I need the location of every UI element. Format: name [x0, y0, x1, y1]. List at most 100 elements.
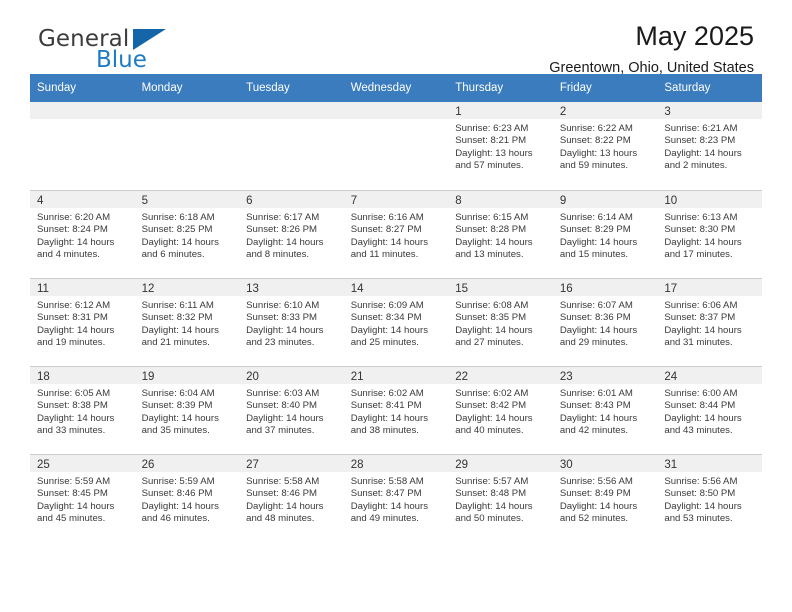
day-number-band: 7 [343, 191, 449, 208]
calendar-day-cell[interactable]: 18 Sunrise: 6:05 AM Sunset: 8:38 PM Dayligh… [30, 366, 135, 454]
day-details: Sunrise: 6:12 AM Sunset: 8:31 PM Daylight:… [30, 296, 135, 349]
sunrise-time: Sunrise: 6:06 AM [664, 300, 738, 311]
calendar-day-cell[interactable]: 28 Sunrise: 5:58 AM Sunset: 8:47 PM Dayligh… [343, 454, 449, 542]
day-number: 14 [350, 283, 364, 295]
day-number-band: 25 [30, 455, 135, 472]
calendar-day-cell[interactable]: 8 Sunrise: 6:15 AM Sunset: 8:28 PM Daylight… [448, 190, 553, 278]
sunrise-time: Sunrise: 5:59 AM [141, 476, 215, 487]
calendar-week-row: 1 Sunrise: 6:23 AM Sunset: 8:21 PM Daylight… [30, 102, 762, 190]
calendar-day-cell[interactable]: 5 Sunrise: 6:18 AM Sunset: 8:25 PM Daylight… [134, 190, 240, 278]
calendar-day-cell[interactable]: 25 Sunrise: 5:59 AM Sunset: 8:45 PM Dayligh… [30, 454, 135, 542]
calendar-day-cell[interactable]: 26 Sunrise: 5:59 AM Sunset: 8:46 PM Dayligh… [134, 454, 240, 542]
daylight-duration-line1: Daylight: 14 hours [246, 324, 324, 336]
sunrise-time: Sunrise: 6:20 AM [37, 212, 111, 223]
sunset-time: Sunset: 8:43 PM [559, 400, 631, 412]
daylight-duration-line1: Daylight: 14 hours [37, 500, 115, 512]
calendar-day-cell[interactable]: 23 Sunrise: 6:01 AM Sunset: 8:43 PM Dayligh… [552, 366, 658, 454]
page-title: May 2025 [635, 21, 754, 51]
day-number: 10 [664, 195, 678, 207]
sunrise-time: Sunrise: 5:59 AM [37, 476, 111, 487]
calendar-day-cell[interactable]: 21 Sunrise: 6:02 AM Sunset: 8:41 PM Dayligh… [343, 366, 449, 454]
sunset-time: Sunset: 8:45 PM [37, 488, 108, 500]
daylight-duration-line1: Daylight: 14 hours [246, 412, 324, 424]
calendar-day-cell[interactable]: 12 Sunrise: 6:11 AM Sunset: 8:32 PM Dayligh… [134, 278, 240, 366]
calendar-cell: 9 Sunrise: 6:14 AM Sunset: 8:29 PM Daylight… [552, 190, 658, 278]
calendar-cell: 10 Sunrise: 6:13 AM Sunset: 8:30 PM Dayligh… [657, 190, 762, 278]
day-number-band: 16 [552, 279, 658, 296]
calendar-cell: 2 Sunrise: 6:22 AM Sunset: 8:22 PM Daylight… [552, 102, 658, 190]
calendar-day-cell[interactable]: 3 Sunrise: 6:21 AM Sunset: 8:23 PM Daylight… [657, 102, 762, 190]
day-number-band: 26 [134, 455, 240, 472]
calendar-day-cell[interactable]: 19 Sunrise: 6:04 AM Sunset: 8:39 PM Dayligh… [134, 366, 240, 454]
day-details: Sunrise: 5:59 AM Sunset: 8:45 PM Daylight:… [30, 472, 135, 525]
calendar-cell: 18 Sunrise: 6:05 AM Sunset: 8:38 PM Dayligh… [30, 366, 135, 454]
day-details: Sunrise: 6:09 AM Sunset: 8:34 PM Daylight:… [344, 296, 449, 349]
calendar-day-cell[interactable]: 11 Sunrise: 6:12 AM Sunset: 8:31 PM Dayligh… [30, 278, 135, 366]
calendar-day-cell[interactable]: 2 Sunrise: 6:22 AM Sunset: 8:22 PM Daylight… [552, 102, 658, 190]
calendar-day-cell-empty [343, 102, 449, 190]
sunset-time: Sunset: 8:23 PM [664, 135, 736, 147]
calendar-day-cell[interactable]: 22 Sunrise: 6:02 AM Sunset: 8:42 PM Dayligh… [448, 366, 553, 454]
title-block: May 2025 Greentown, Ohio, United States [549, 20, 754, 78]
calendar-day-cell[interactable]: 27 Sunrise: 5:58 AM Sunset: 8:46 PM Dayligh… [239, 454, 344, 542]
day-details: Sunrise: 6:02 AM Sunset: 8:41 PM Daylight:… [344, 384, 449, 437]
daylight-duration-line1: Daylight: 14 hours [246, 236, 324, 248]
daylight-duration-line2: and 53 minutes. [664, 512, 733, 524]
weekday-header-friday: Friday [552, 74, 658, 102]
day-details: Sunrise: 6:20 AM Sunset: 8:24 PM Daylight:… [30, 208, 135, 261]
day-number-band: 5 [134, 191, 240, 208]
day-number: 15 [455, 283, 469, 295]
day-number-band: 21 [343, 367, 449, 384]
calendar-cell: 8 Sunrise: 6:15 AM Sunset: 8:28 PM Daylight… [448, 190, 553, 278]
day-number-band: 27 [239, 455, 344, 472]
sunrise-time: Sunrise: 6:02 AM [455, 388, 529, 399]
sunset-time: Sunset: 8:35 PM [455, 312, 527, 324]
day-number: 26 [141, 459, 155, 471]
daylight-duration-line1: Daylight: 14 hours [559, 324, 638, 336]
calendar-day-cell[interactable]: 6 Sunrise: 6:17 AM Sunset: 8:26 PM Daylight… [239, 190, 344, 278]
sunrise-time: Sunrise: 5:58 AM [246, 476, 320, 487]
calendar-day-cell[interactable]: 7 Sunrise: 6:16 AM Sunset: 8:27 PM Daylight… [343, 190, 449, 278]
day-details: Sunrise: 6:15 AM Sunset: 8:28 PM Daylight:… [448, 208, 553, 261]
sunset-time: Sunset: 8:38 PM [37, 400, 108, 412]
calendar-day-cell[interactable]: 9 Sunrise: 6:14 AM Sunset: 8:29 PM Daylight… [552, 190, 658, 278]
daylight-duration-line2: and 23 minutes. [246, 336, 315, 348]
day-number-band: 24 [657, 367, 762, 384]
sunrise-time: Sunrise: 6:05 AM [37, 388, 111, 399]
calendar-day-cell[interactable]: 24 Sunrise: 6:00 AM Sunset: 8:44 PM Dayligh… [657, 366, 762, 454]
calendar-day-cell[interactable]: 1 Sunrise: 6:23 AM Sunset: 8:21 PM Daylight… [448, 102, 553, 190]
calendar-cell: 22 Sunrise: 6:02 AM Sunset: 8:42 PM Dayligh… [448, 366, 553, 454]
day-details: Sunrise: 6:07 AM Sunset: 8:36 PM Daylight:… [553, 296, 658, 349]
calendar-day-cell[interactable]: 13 Sunrise: 6:10 AM Sunset: 8:33 PM Dayligh… [239, 278, 344, 366]
sunrise-sunset-calendar: Sunday Monday Tuesday Wednesday Thursday… [30, 74, 762, 542]
calendar-day-cell[interactable]: 15 Sunrise: 6:08 AM Sunset: 8:35 PM Dayligh… [448, 278, 553, 366]
general-blue-logo[interactable]: General Blue [38, 26, 238, 76]
daylight-duration-line2: and 42 minutes. [559, 424, 629, 436]
daylight-duration-line1: Daylight: 14 hours [141, 324, 219, 336]
calendar-day-cell[interactable]: 10 Sunrise: 6:13 AM Sunset: 8:30 PM Dayligh… [657, 190, 762, 278]
calendar-day-cell[interactable]: 31 Sunrise: 5:56 AM Sunset: 8:50 PM Dayligh… [657, 454, 762, 542]
calendar-cell: 27 Sunrise: 5:58 AM Sunset: 8:46 PM Dayligh… [239, 454, 344, 542]
calendar-day-cell[interactable]: 29 Sunrise: 5:57 AM Sunset: 8:48 PM Dayligh… [448, 454, 553, 542]
calendar-cell: 28 Sunrise: 5:58 AM Sunset: 8:47 PM Dayligh… [343, 454, 449, 542]
day-details: Sunrise: 6:16 AM Sunset: 8:27 PM Daylight:… [344, 208, 449, 261]
calendar-day-cell[interactable]: 16 Sunrise: 6:07 AM Sunset: 8:36 PM Dayligh… [552, 278, 658, 366]
calendar-cell: 20 Sunrise: 6:03 AM Sunset: 8:40 PM Dayligh… [239, 366, 344, 454]
calendar-cell: 12 Sunrise: 6:11 AM Sunset: 8:32 PM Dayligh… [134, 278, 240, 366]
calendar-day-cell[interactable]: 4 Sunrise: 6:20 AM Sunset: 8:24 PM Daylight… [30, 190, 135, 278]
calendar-week-row: 25 Sunrise: 5:59 AM Sunset: 8:45 PM Dayligh… [30, 454, 762, 542]
day-number: 4 [37, 195, 44, 207]
calendar-day-cell[interactable]: 17 Sunrise: 6:06 AM Sunset: 8:37 PM Dayligh… [657, 278, 762, 366]
day-details: Sunrise: 6:06 AM Sunset: 8:37 PM Daylight:… [657, 296, 762, 349]
day-number-band: 23 [552, 367, 658, 384]
daylight-duration-line2: and 19 minutes. [37, 336, 106, 348]
sunrise-time: Sunrise: 5:57 AM [455, 476, 529, 487]
calendar-day-cell[interactable]: 20 Sunrise: 6:03 AM Sunset: 8:40 PM Dayligh… [239, 366, 344, 454]
daylight-duration-line1: Daylight: 14 hours [141, 500, 219, 512]
calendar-cell [30, 102, 135, 190]
calendar-day-cell[interactable]: 30 Sunrise: 5:56 AM Sunset: 8:49 PM Dayligh… [552, 454, 658, 542]
calendar-day-cell[interactable]: 14 Sunrise: 6:09 AM Sunset: 8:34 PM Dayligh… [343, 278, 449, 366]
daylight-duration-line1: Daylight: 14 hours [141, 412, 219, 424]
calendar-cell [343, 102, 449, 190]
sunrise-time: Sunrise: 6:09 AM [350, 300, 424, 311]
